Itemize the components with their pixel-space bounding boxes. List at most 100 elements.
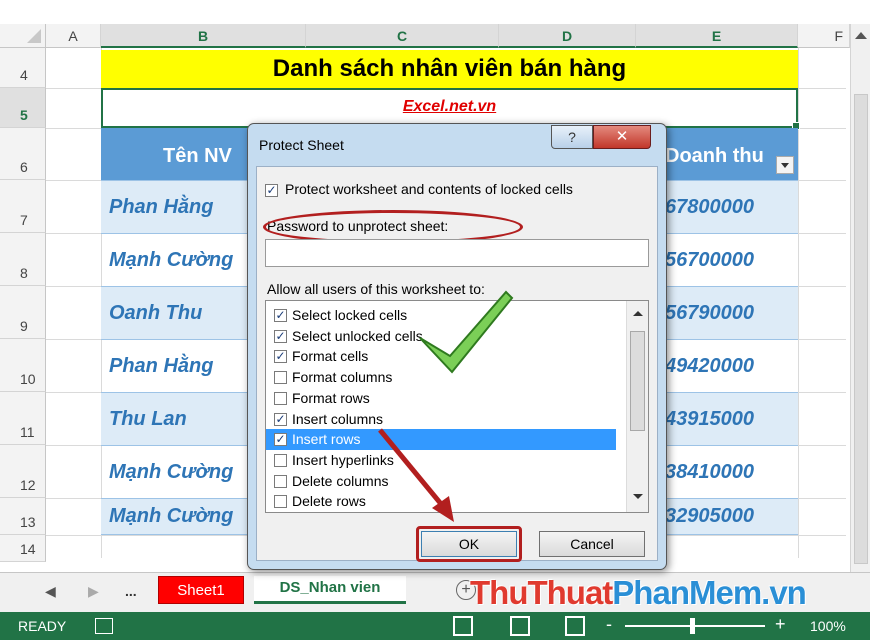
- permission-checkbox[interactable]: [274, 371, 287, 385]
- vertical-scrollbar[interactable]: [850, 24, 870, 572]
- tab-sheet1[interactable]: Sheet1: [158, 576, 244, 604]
- scroll-thumb[interactable]: [854, 94, 868, 564]
- sales-cell[interactable]: 49420000: [665, 339, 798, 392]
- name-cell[interactable]: Mạnh Cường: [101, 233, 247, 286]
- name-cell[interactable]: Mạnh Cường: [101, 498, 247, 535]
- permission-label: Select unlocked cells: [292, 327, 423, 344]
- row-header-6[interactable]: 6: [0, 128, 46, 180]
- row-header-11[interactable]: 11: [0, 392, 46, 445]
- permission-label: Select locked cells: [292, 307, 408, 323]
- column-header-b[interactable]: B: [101, 24, 306, 48]
- permission-label: Insert columns: [292, 410, 384, 427]
- row-header-14[interactable]: 14: [0, 535, 46, 562]
- row-header-9[interactable]: 9: [0, 286, 46, 339]
- permission-label: Delete columns: [292, 472, 389, 489]
- permission-checkbox[interactable]: ✓: [274, 350, 287, 364]
- permission-checkbox[interactable]: ✓: [274, 412, 287, 426]
- permission-label: Insert hyperlinks: [292, 451, 394, 468]
- name-cell[interactable]: Phan Hằng: [101, 339, 247, 392]
- sales-cell[interactable]: 56790000: [665, 286, 798, 339]
- row-header-10[interactable]: 10: [0, 339, 46, 392]
- permission-item[interactable]: Insert hyperlinks: [266, 450, 616, 471]
- status-bar: READY - + 100%: [0, 612, 870, 640]
- page-break-view-icon[interactable]: [565, 616, 585, 636]
- tab-scroll-left-icon[interactable]: ◀: [45, 583, 56, 600]
- permission-label: Format rows: [292, 389, 370, 406]
- name-cell[interactable]: Phan Hằng: [101, 180, 247, 233]
- normal-view-icon[interactable]: [453, 616, 473, 636]
- sales-cell[interactable]: 67800000: [665, 180, 798, 233]
- row-header-13[interactable]: 13: [0, 498, 46, 535]
- name-cell[interactable]: Mạnh Cường: [101, 445, 247, 498]
- column-header-c[interactable]: C: [306, 24, 499, 48]
- permission-checkbox[interactable]: [274, 474, 287, 488]
- zoom-in-button[interactable]: +: [775, 614, 786, 635]
- permission-item[interactable]: Delete rows: [266, 491, 616, 512]
- permission-item[interactable]: ✓ Select locked cells: [266, 305, 616, 326]
- close-button[interactable]: ✕: [593, 125, 651, 149]
- header-name-cell[interactable]: Tên NV: [101, 128, 247, 180]
- permission-checkbox[interactable]: [274, 453, 287, 467]
- dialog-body: ✓ Protect worksheet and contents of lock…: [256, 166, 658, 562]
- sales-cell[interactable]: 56700000: [665, 233, 798, 286]
- dialog-title: Protect Sheet: [259, 137, 344, 153]
- password-input[interactable]: [265, 239, 649, 267]
- help-button[interactable]: ?: [551, 125, 593, 149]
- permissions-scrollbar[interactable]: [626, 301, 648, 512]
- zoom-slider[interactable]: [625, 625, 765, 627]
- column-header-d[interactable]: D: [499, 24, 636, 48]
- permission-item[interactable]: ✓ Format cells: [266, 346, 616, 367]
- allow-users-label: Allow all users of this worksheet to:: [267, 281, 485, 297]
- select-all-corner[interactable]: [0, 24, 46, 48]
- sales-cell[interactable]: 32905000: [665, 498, 798, 535]
- tab-scroll-right-icon[interactable]: ▶: [88, 583, 99, 600]
- ok-button[interactable]: OK: [421, 531, 517, 557]
- permission-label: Format columns: [292, 369, 393, 386]
- row-header-4[interactable]: 4: [0, 48, 46, 88]
- permission-label: Insert rows: [292, 431, 361, 448]
- column-header-f[interactable]: F: [798, 24, 850, 48]
- permission-item[interactable]: ✓ Insert columns: [266, 409, 616, 430]
- permission-checkbox[interactable]: [274, 391, 287, 405]
- name-cell[interactable]: Thu Lan: [101, 392, 247, 445]
- watermark-logo: ThuThuatPhanMem.vn: [470, 574, 807, 612]
- permission-item[interactable]: Format rows: [266, 388, 616, 409]
- list-scroll-thumb[interactable]: [630, 331, 645, 431]
- permission-checkbox[interactable]: ✓: [274, 309, 287, 322]
- zoom-out-button[interactable]: -: [606, 614, 612, 635]
- sales-cell[interactable]: 43915000: [665, 392, 798, 445]
- permission-label: Delete rows: [292, 493, 366, 510]
- column-header-e[interactable]: E: [636, 24, 798, 48]
- filter-dropdown-icon[interactable]: [776, 156, 794, 174]
- row-header-5[interactable]: 5: [0, 88, 46, 128]
- column-header-a[interactable]: A: [46, 24, 101, 48]
- name-cell[interactable]: Oanh Thu: [101, 286, 247, 339]
- permission-item[interactable]: Format columns: [266, 367, 616, 388]
- row-header-7[interactable]: 7: [0, 180, 46, 233]
- tab-more-button[interactable]: ...: [125, 583, 137, 599]
- list-scroll-down-icon[interactable]: [633, 494, 643, 499]
- zoom-level[interactable]: 100%: [810, 618, 846, 634]
- list-scroll-up-icon[interactable]: [633, 311, 643, 316]
- permission-checkbox[interactable]: ✓: [274, 329, 287, 343]
- sales-cell[interactable]: 38410000: [665, 445, 798, 498]
- permission-item[interactable]: ✓ Select unlocked cells: [266, 326, 616, 347]
- row-header-8[interactable]: 8: [0, 233, 46, 286]
- permission-item[interactable]: ✓ Insert rows: [266, 429, 616, 451]
- permission-checkbox[interactable]: [274, 495, 287, 509]
- active-cell-subtitle[interactable]: Excel.net.vn: [101, 88, 800, 130]
- macro-record-icon[interactable]: [95, 618, 113, 634]
- permission-checkbox[interactable]: ✓: [274, 433, 287, 447]
- status-ready-text: READY: [18, 618, 67, 634]
- page-layout-view-icon[interactable]: [510, 616, 530, 636]
- row-header-12[interactable]: 12: [0, 445, 46, 498]
- permission-item[interactable]: Delete columns: [266, 471, 616, 492]
- protect-worksheet-label[interactable]: Protect worksheet and contents of locked…: [285, 181, 573, 197]
- sheet-title-cell[interactable]: Danh sách nhân viên bán hàng: [101, 50, 798, 88]
- permissions-list[interactable]: ✓ Select locked cells ✓ Select unlocked cel…: [265, 300, 649, 513]
- cancel-button[interactable]: Cancel: [539, 531, 645, 557]
- protect-worksheet-checkbox[interactable]: ✓: [265, 184, 278, 197]
- scroll-up-icon[interactable]: [855, 32, 867, 39]
- zoom-slider-knob[interactable]: [690, 618, 695, 634]
- tab-ds-nhan-vien[interactable]: DS_Nhan vien: [254, 576, 406, 604]
